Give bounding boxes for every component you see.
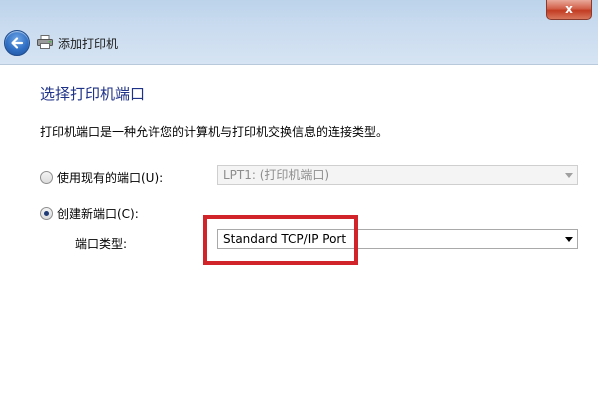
existing-port-radio[interactable] — [40, 171, 53, 184]
chevron-down-icon — [565, 173, 573, 178]
chevron-down-icon — [565, 237, 573, 242]
new-port-radio[interactable] — [40, 207, 53, 220]
printer-icon — [37, 35, 53, 49]
port-type-label: 端口类型: — [75, 237, 128, 251]
page-description: 打印机端口是一种允许您的计算机与打印机交换信息的连接类型。 — [40, 125, 389, 139]
new-port-label[interactable]: 创建新端口(C): — [57, 205, 139, 222]
page-title: 选择打印机端口 — [40, 85, 146, 103]
back-button[interactable] — [4, 30, 30, 56]
close-button[interactable]: x — [546, 0, 592, 20]
title-bar: x 添加打印机 — [0, 0, 598, 65]
existing-port-label[interactable]: 使用现有的端口(U): — [57, 169, 163, 186]
close-icon: x — [565, 2, 573, 16]
existing-port-value: LPT1: (打印机端口) — [223, 168, 330, 182]
window-title: 添加打印机 — [58, 37, 119, 51]
wizard-content: 选择打印机端口 打印机端口是一种允许您的计算机与打印机交换信息的连接类型。 使用… — [0, 65, 598, 409]
back-arrow-icon — [11, 37, 24, 49]
existing-port-select[interactable]: LPT1: (打印机端口) — [217, 165, 578, 185]
highlight-annotation — [203, 215, 358, 265]
